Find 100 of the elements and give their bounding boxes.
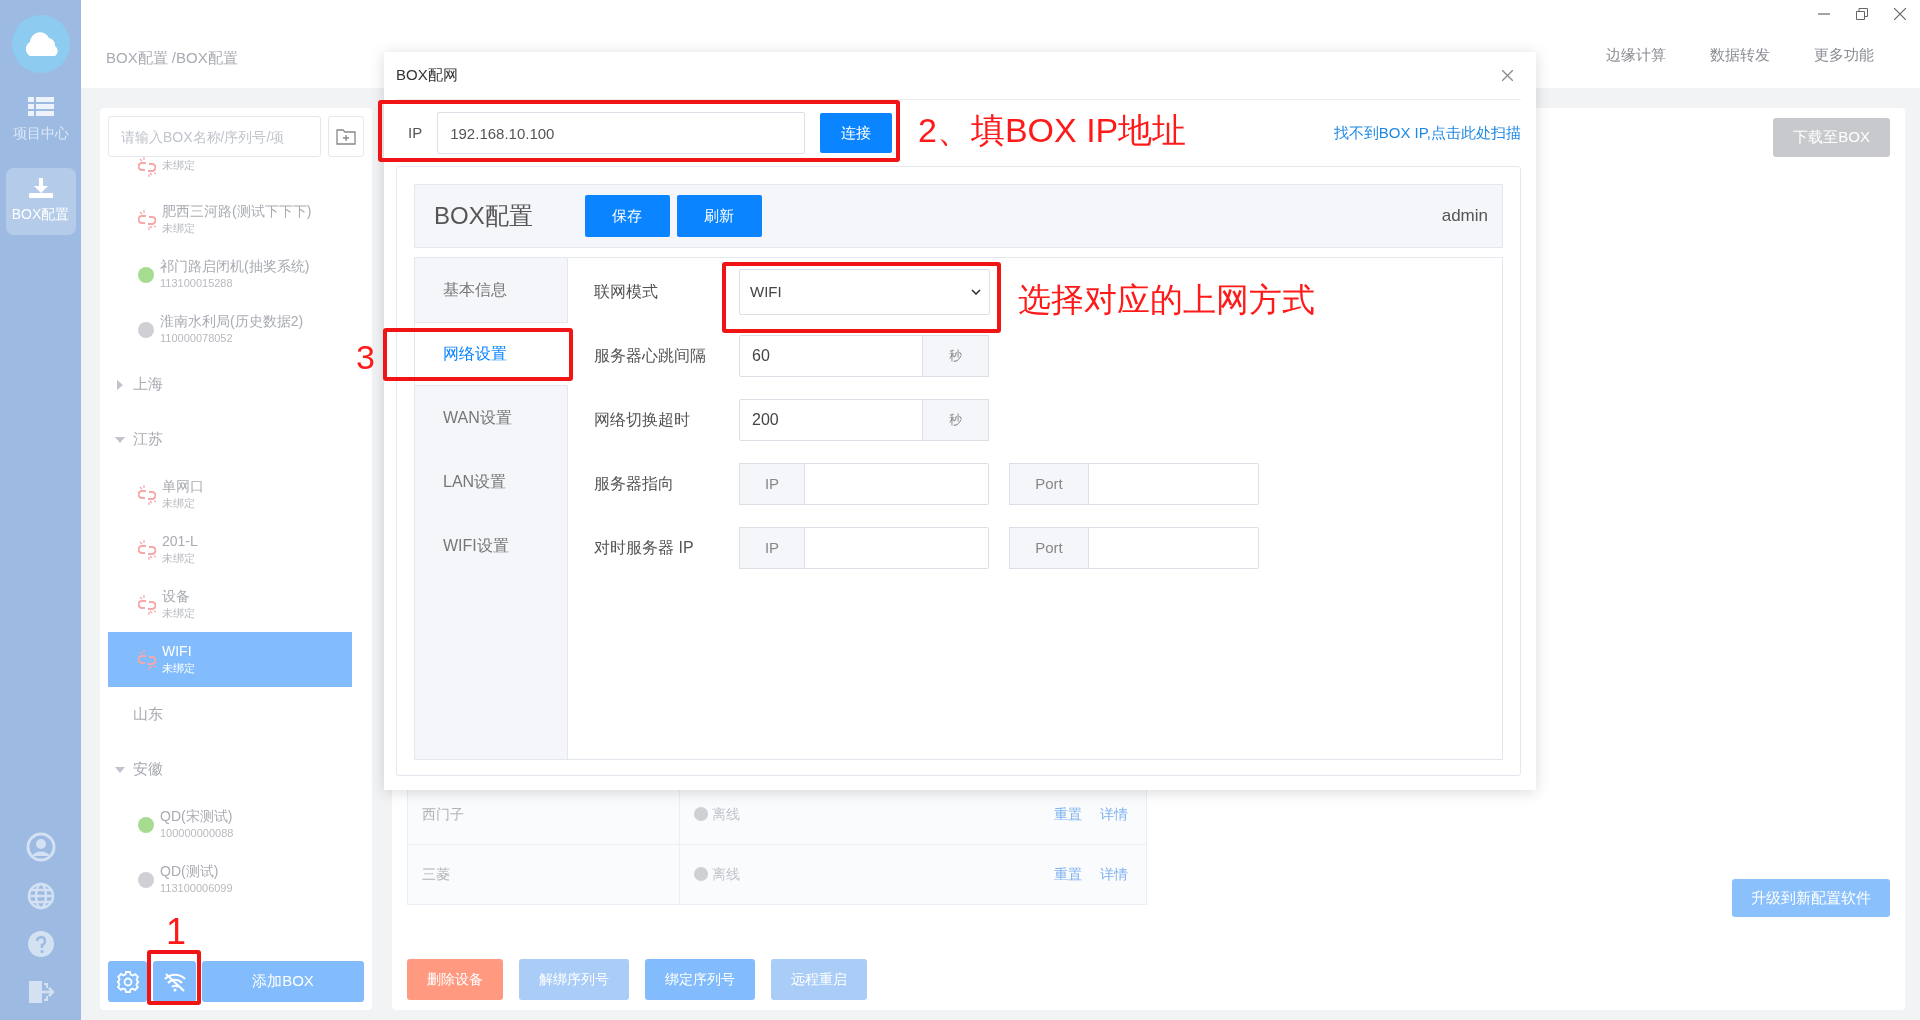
settings-tab[interactable]: 基本信息 [415, 258, 567, 322]
upgrade-button[interactable]: 升级到新配置软件 [1732, 878, 1890, 917]
device-name: QD(测试) [160, 861, 220, 880]
tree-device-item[interactable]: 未绑定 [108, 157, 352, 192]
close-button[interactable] [1500, 68, 1515, 83]
online-dot-icon [138, 816, 154, 833]
input-field[interactable] [805, 463, 989, 505]
input-field[interactable] [805, 527, 989, 569]
device-name: 单网口 [162, 476, 204, 495]
field-label: 服务器心跳间隔 [594, 346, 707, 366]
unit-addon: 秒 [923, 399, 989, 441]
annotation-text: 选择对应的上网方式 [1018, 283, 1315, 316]
tree-group-label[interactable]: 安徽 [133, 758, 163, 781]
broken-link-icon [138, 484, 156, 505]
input-addon: Port [1009, 463, 1089, 505]
config-button[interactable]: 刷新 [676, 195, 762, 237]
field-label: 网络切换超时 [594, 410, 691, 430]
table-cell: 三菱 [408, 844, 680, 904]
annotation-text: 1 [166, 914, 187, 950]
offline-dot-icon [138, 871, 154, 888]
input-field[interactable] [1089, 463, 1259, 505]
field-label: 联网模式 [594, 282, 659, 302]
globe-icon[interactable] [26, 882, 55, 910]
top-nav-tab[interactable]: 数据转发 [1710, 44, 1770, 67]
table-action-link[interactable]: 详情 [1100, 863, 1128, 885]
dialog-title: BOX配网 [396, 65, 458, 86]
restore-icon[interactable] [1856, 8, 1868, 20]
rail-nav-item[interactable]: 项目中心 [5, 87, 76, 154]
wifi-off-button[interactable] [153, 961, 196, 1002]
new-folder-button[interactable] [328, 116, 364, 157]
status-text: 离线 [712, 864, 740, 884]
list-icon [27, 97, 54, 117]
device-subtitle: 未绑定 [162, 660, 195, 676]
mode-select[interactable]: WIFI [739, 269, 990, 315]
search-field[interactable]: 请输入BOX名称/序列号/项 [108, 116, 321, 157]
help-icon[interactable] [26, 930, 55, 958]
input-field[interactable] [1089, 527, 1259, 569]
wifi-off-icon [162, 971, 187, 992]
status-text: 离线 [712, 804, 740, 824]
device-subtitle: 113100015288 [160, 275, 234, 291]
broken-link-icon [138, 594, 156, 615]
device-name: 肥西三河路(测试下下下) [162, 201, 312, 220]
tree-group-label[interactable]: 上海 [133, 373, 163, 396]
action-button[interactable]: 删除设备 [407, 959, 503, 1000]
username: admin [1441, 205, 1488, 228]
config-button[interactable]: 保存 [584, 195, 670, 237]
download-icon [27, 178, 54, 198]
tree-device-item[interactable]: 祁门路启闭机(抽奖系统) 113100015288 [108, 247, 352, 302]
user-icon[interactable] [25, 832, 56, 862]
device-subtitle: 未绑定 [162, 220, 196, 236]
input-addon: IP [739, 463, 805, 505]
input-field[interactable]: 200 [739, 399, 923, 441]
chevron-down-icon [971, 289, 981, 295]
input-addon: Port [1009, 527, 1089, 569]
tree-group-label[interactable]: 江苏 [133, 428, 163, 451]
rail-nav-item[interactable]: BOX配置 [5, 168, 76, 235]
tree-device-item[interactable]: QD(测试) 113100006099 [108, 852, 352, 907]
broken-link-icon [138, 649, 156, 670]
settings-tab[interactable]: WIFI设置 [415, 514, 567, 578]
top-nav-tab[interactable]: 更多功能 [1814, 44, 1874, 67]
tree-device-item[interactable]: 单网口 未绑定 [108, 467, 352, 522]
settings-tab[interactable]: LAN设置 [415, 450, 567, 514]
settings-button[interactable] [108, 961, 147, 1002]
settings-icon [116, 970, 139, 993]
tree-device-item[interactable]: 201-L 未绑定 [108, 522, 352, 577]
status-dot-icon [694, 807, 708, 821]
connect-button[interactable]: 连接 [820, 113, 893, 153]
offline-dot-icon [138, 321, 154, 338]
tree-device-item[interactable]: 设备 未绑定 [108, 577, 352, 632]
device-subtitle: 未绑定 [162, 495, 196, 511]
tree-device-item[interactable]: 肥西三河路(测试下下下) 未绑定 [108, 192, 352, 247]
tree-device-item[interactable]: WIFI 未绑定 [108, 632, 352, 687]
broken-link-icon [138, 157, 156, 177]
tree-group-label[interactable]: 山东 [133, 703, 163, 726]
table-action-link[interactable]: 详情 [1100, 803, 1128, 825]
caret-down-icon [115, 436, 125, 443]
ip-address-field[interactable]: 192.168.10.100 [437, 112, 806, 154]
action-button[interactable]: 绑定序列号 [645, 959, 755, 1000]
settings-tab[interactable]: WAN设置 [415, 386, 567, 450]
add-box-button[interactable]: 添加BOX [202, 961, 364, 1002]
annotation-text: 2、填BOX IP地址 [918, 113, 1187, 147]
input-field[interactable]: 60 [739, 335, 923, 377]
table-action-link[interactable]: 重置 [1054, 863, 1082, 885]
highlight-frame [147, 950, 201, 1005]
exit-icon[interactable] [26, 978, 55, 1006]
tree-device-item[interactable]: 淮南水利局(历史数据2) 110000078052 [108, 302, 352, 357]
tree-device-item[interactable]: QD(宋测试) 100000000088 [108, 797, 352, 852]
table-action-link[interactable]: 重置 [1054, 803, 1082, 825]
field-label: 对时服务器 IP [594, 538, 695, 558]
close-icon [1502, 70, 1513, 81]
device-subtitle: 未绑定 [162, 605, 195, 621]
close-icon[interactable] [1894, 8, 1906, 20]
caret-right-icon [117, 379, 123, 390]
device-subtitle: 110000078052 [160, 330, 234, 346]
device-name: WIFI [162, 641, 193, 660]
broken-link-icon [138, 209, 156, 230]
top-nav-tab[interactable]: 边缘计算 [1606, 44, 1666, 67]
input-addon: IP [739, 527, 805, 569]
scan-link[interactable]: 找不到BOX IP,点击此处扫描 [1333, 121, 1521, 145]
device-name: 201-L [162, 531, 198, 550]
